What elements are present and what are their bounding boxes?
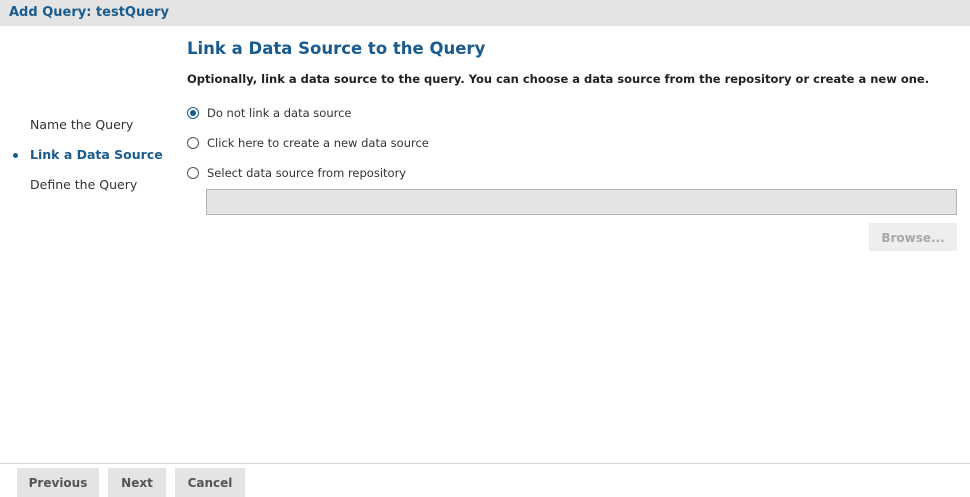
main-content: Link a Data Source to the Query Optional… <box>187 36 957 197</box>
step-label: Define the Query <box>30 177 138 192</box>
cancel-button[interactable]: Cancel <box>175 468 245 497</box>
page-description: Optionally, link a data source to the qu… <box>187 72 930 86</box>
data-source-options: Do not link a data source Click here to … <box>187 106 957 197</box>
dialog-footer: Previous Next Cancel <box>0 463 970 497</box>
step-link-a-data-source[interactable]: Link a Data Source <box>0 142 175 172</box>
radio-do-not-link[interactable] <box>187 107 199 119</box>
repository-path-input[interactable] <box>206 189 957 215</box>
current-step-bullet-icon <box>13 153 18 158</box>
wizard-steps: Name the Query Link a Data Source Define… <box>0 112 175 202</box>
step-name-the-query[interactable]: Name the Query <box>0 112 175 142</box>
option-label: Click here to create a new data source <box>207 136 429 150</box>
page-title: Link a Data Source to the Query <box>187 39 486 58</box>
browse-button[interactable]: Browse... <box>869 223 957 251</box>
option-label: Do not link a data source <box>207 106 352 120</box>
radio-create-new[interactable] <box>187 137 199 149</box>
radio-select-from-repository[interactable] <box>187 167 199 179</box>
option-create-new-data-source[interactable]: Click here to create a new data source <box>187 136 957 167</box>
dialog-title: Add Query: testQuery <box>0 0 970 26</box>
step-label: Link a Data Source <box>30 147 163 162</box>
add-query-dialog: Add Query: testQuery Name the Query Link… <box>0 0 970 497</box>
next-button[interactable]: Next <box>108 468 166 497</box>
step-label: Name the Query <box>30 117 134 132</box>
option-do-not-link[interactable]: Do not link a data source <box>187 106 957 137</box>
previous-button[interactable]: Previous <box>17 468 99 497</box>
option-label: Select data source from repository <box>207 166 407 180</box>
step-define-the-query[interactable]: Define the Query <box>0 172 175 202</box>
